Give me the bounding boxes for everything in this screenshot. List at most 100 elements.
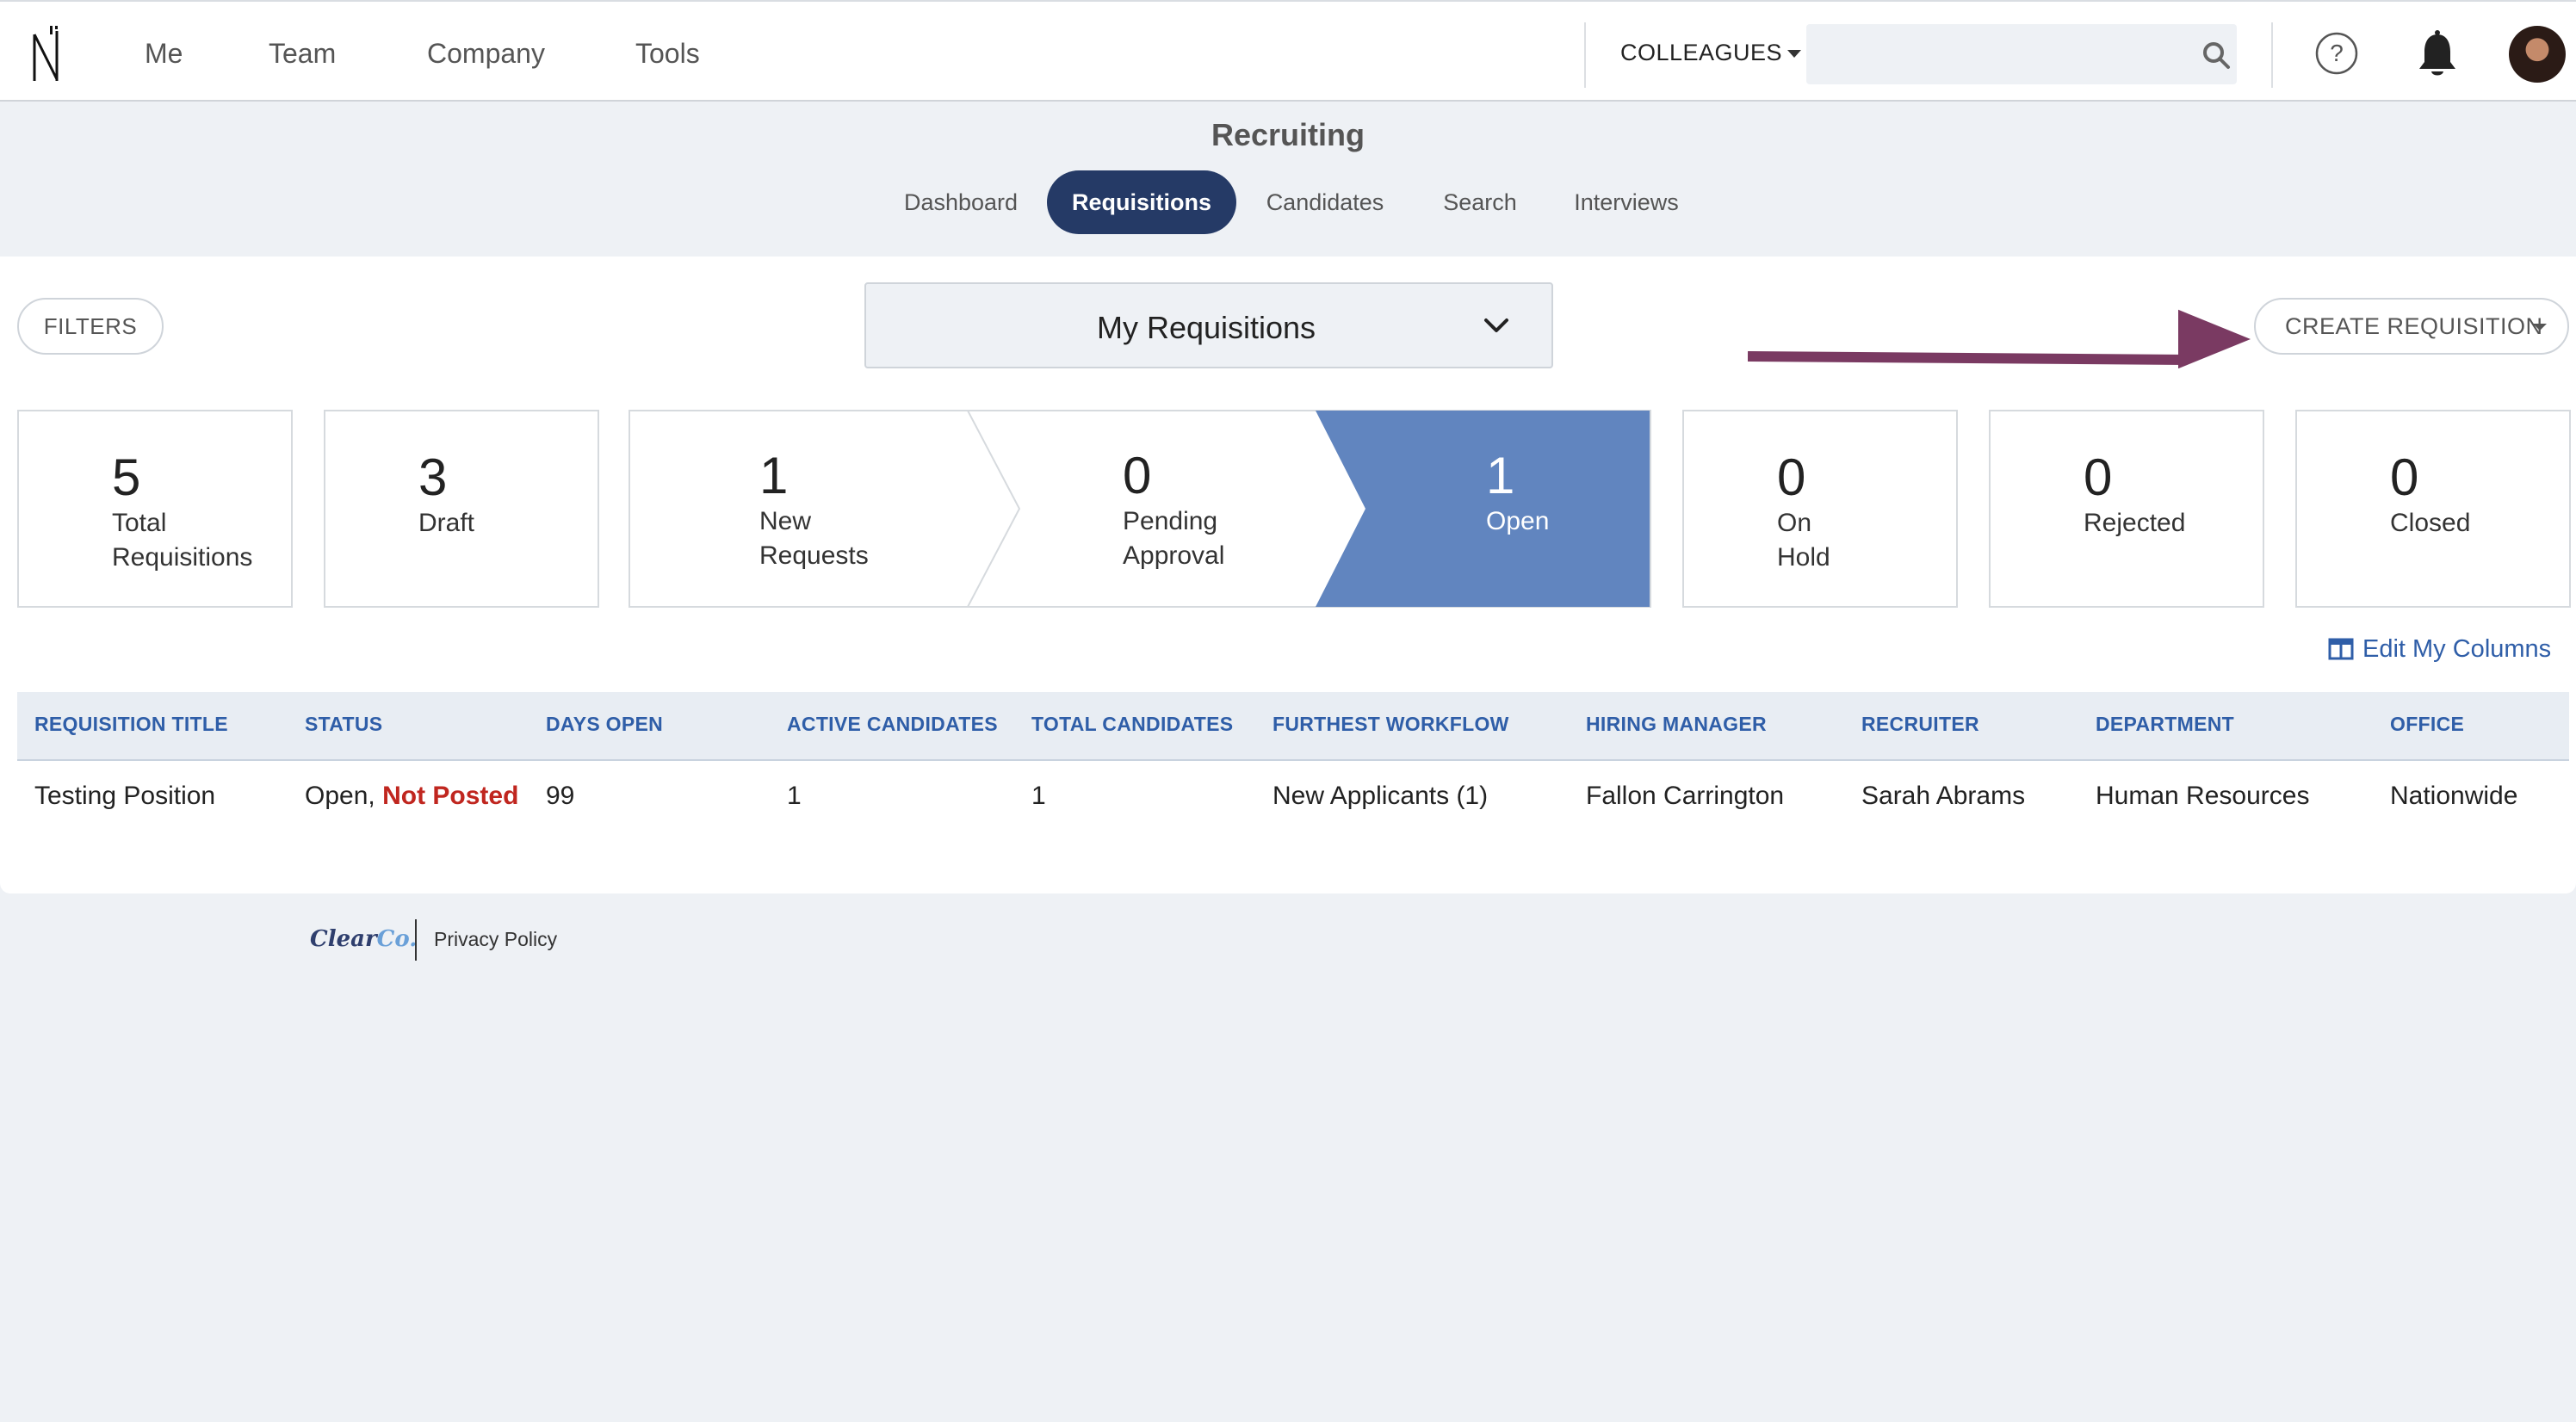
logo-text: Clear (310, 926, 377, 952)
column-header-hiring-manager[interactable]: HIRING MANAGER (1586, 713, 1767, 736)
help-icon[interactable]: ? (2314, 31, 2359, 76)
column-header-recruiter[interactable]: RECRUITER (1861, 713, 1979, 736)
active-candidates-cell: 1 (787, 782, 802, 810)
tab-search[interactable]: Search (1429, 170, 1531, 234)
stat-count: 5 (112, 448, 141, 506)
stat-draft[interactable]: 3 Draft (324, 410, 599, 608)
requisitions-table: REQUISITION TITLE STATUS DAYS OPEN ACTIV… (17, 692, 2569, 830)
stat-pending-approval[interactable]: 0 Pending Approval (1019, 410, 1316, 608)
requisition-pipeline: 1 New Requests 0 Pending Approval 1 Open (629, 410, 1651, 608)
requisition-view-label: My Requisitions (1096, 310, 1316, 345)
create-requisition-button[interactable]: CREATE REQUISITION (2254, 298, 2569, 355)
filters-button[interactable]: FILTERS (17, 298, 164, 355)
nav-divider (2271, 22, 2273, 88)
caret-down-icon (1787, 50, 1802, 59)
stat-new-requests[interactable]: 1 New Requests (629, 410, 968, 608)
recruiter-cell: Sarah Abrams (1861, 782, 2026, 810)
office-cell: Nationwide (2390, 782, 2518, 810)
stat-label-line: Pending (1123, 507, 1218, 535)
days-open-cell: 99 (546, 782, 575, 810)
notifications-bell-icon[interactable] (2414, 29, 2461, 79)
stat-label-line: Closed (2390, 509, 2471, 537)
requisition-title-link[interactable]: Testing Position (34, 782, 215, 811)
table-header-row: REQUISITION TITLE STATUS DAYS OPEN ACTIV… (17, 692, 2569, 761)
tab-dashboard[interactable]: Dashboard (892, 170, 1030, 234)
footer-divider (415, 919, 417, 961)
create-requisition-label: CREATE REQUISITION (2285, 313, 2543, 339)
stat-count: 1 (1486, 447, 1515, 504)
column-header-office[interactable]: OFFICE (2390, 713, 2464, 736)
status-not-posted: Not Posted (382, 782, 519, 810)
annotation-arrow (1748, 309, 2251, 368)
column-header-department[interactable]: DEPARTMENT (2096, 713, 2234, 736)
stat-label: Pending Approval (1123, 504, 1224, 573)
colleagues-dropdown[interactable]: COLLEAGUES (1620, 40, 1802, 66)
page-title: Recruiting (1211, 117, 1365, 152)
stat-label-line: Draft (418, 509, 475, 537)
stat-rejected[interactable]: 0 Rejected (1989, 410, 2264, 608)
stat-total-requisitions[interactable]: 5 Total Requisitions (17, 410, 293, 608)
stat-open[interactable]: 1 Open (1365, 410, 1650, 608)
stat-label: Closed (2390, 506, 2470, 541)
stat-label: Total Requisitions (112, 506, 252, 575)
caret-down-icon (2533, 324, 2547, 331)
total-candidates-cell: 1 (1031, 782, 1046, 810)
status-text: Open, (305, 782, 375, 810)
stat-label-line: Hold (1777, 543, 1830, 572)
search-input[interactable] (1806, 24, 2237, 84)
hiring-manager-cell: Fallon Carrington (1586, 782, 1785, 810)
colleagues-label: COLLEAGUES (1620, 40, 1783, 65)
column-header-active-candidates[interactable]: ACTIVE CANDIDATES (787, 713, 998, 736)
table-row[interactable]: Testing Position Open, Not Posted 99 1 1… (17, 761, 2569, 830)
nav-link-tools[interactable]: Tools (635, 38, 700, 70)
chevron-down-icon (1484, 318, 1508, 332)
stat-count: 3 (418, 448, 448, 506)
stat-label-line: Rejected (2084, 509, 2186, 537)
stat-label-line: Requests (759, 541, 869, 570)
stat-label-line: On (1777, 509, 1812, 537)
stat-label-line: Approval (1123, 541, 1225, 570)
column-header-status[interactable]: STATUS (305, 713, 382, 736)
logo-text-accent: Co. (376, 926, 418, 952)
privacy-policy-link[interactable]: Privacy Policy (434, 928, 557, 951)
column-header-requisition-title[interactable]: REQUISITION TITLE (34, 713, 228, 736)
stat-label-line: New (759, 507, 812, 535)
svg-text:?: ? (2330, 40, 2344, 66)
top-navigation-bar: Me Team Company Tools COLLEAGUES ? (0, 0, 2576, 102)
requisition-view-select[interactable]: My Requisitions (864, 282, 1553, 368)
requisitions-panel: FILTERS My Requisitions CREATE REQUISITI… (0, 257, 2576, 893)
stat-count: 0 (1123, 447, 1152, 504)
tab-interviews[interactable]: Interviews (1560, 170, 1693, 234)
stat-label: New Requests (759, 504, 869, 573)
furthest-workflow-cell: New Applicants (1) (1273, 782, 1489, 810)
nav-link-team[interactable]: Team (269, 38, 336, 70)
stat-label-line: Total (112, 509, 167, 537)
tab-candidates[interactable]: Candidates (1254, 170, 1396, 234)
stat-count: 0 (2390, 448, 2419, 506)
stat-label: Open (1486, 504, 1549, 539)
stat-closed[interactable]: 0 Closed (2295, 410, 2571, 608)
stat-count: 0 (2084, 448, 2113, 506)
tab-requisitions[interactable]: Requisitions (1047, 170, 1236, 234)
edit-columns-label: Edit My Columns (2362, 635, 2552, 663)
columns-icon (2328, 638, 2354, 660)
search-icon[interactable] (2201, 40, 2232, 71)
column-header-days-open[interactable]: DAYS OPEN (546, 713, 663, 736)
recruiting-tabs: Dashboard Requisitions Candidates Search… (0, 170, 2576, 234)
company-logo-icon[interactable] (29, 24, 64, 84)
nav-divider (1584, 22, 1586, 88)
edit-columns-link[interactable]: Edit My Columns (2328, 635, 2551, 664)
stat-label: On Hold (1777, 506, 1830, 575)
department-cell: Human Resources (2096, 782, 2310, 810)
stat-label-line: Open (1486, 507, 1550, 535)
nav-link-me[interactable]: Me (145, 38, 183, 70)
stat-count: 1 (759, 447, 789, 504)
status-cell: Open, Not Posted (305, 782, 518, 811)
stat-label: Rejected (2084, 506, 2185, 541)
column-header-furthest-workflow[interactable]: FURTHEST WORKFLOW (1273, 713, 1509, 736)
stat-count: 0 (1777, 448, 1806, 506)
column-header-total-candidates[interactable]: TOTAL CANDIDATES (1031, 713, 1233, 736)
user-avatar[interactable] (2509, 26, 2566, 83)
stat-on-hold[interactable]: 0 On Hold (1682, 410, 1958, 608)
nav-link-company[interactable]: Company (427, 38, 545, 70)
